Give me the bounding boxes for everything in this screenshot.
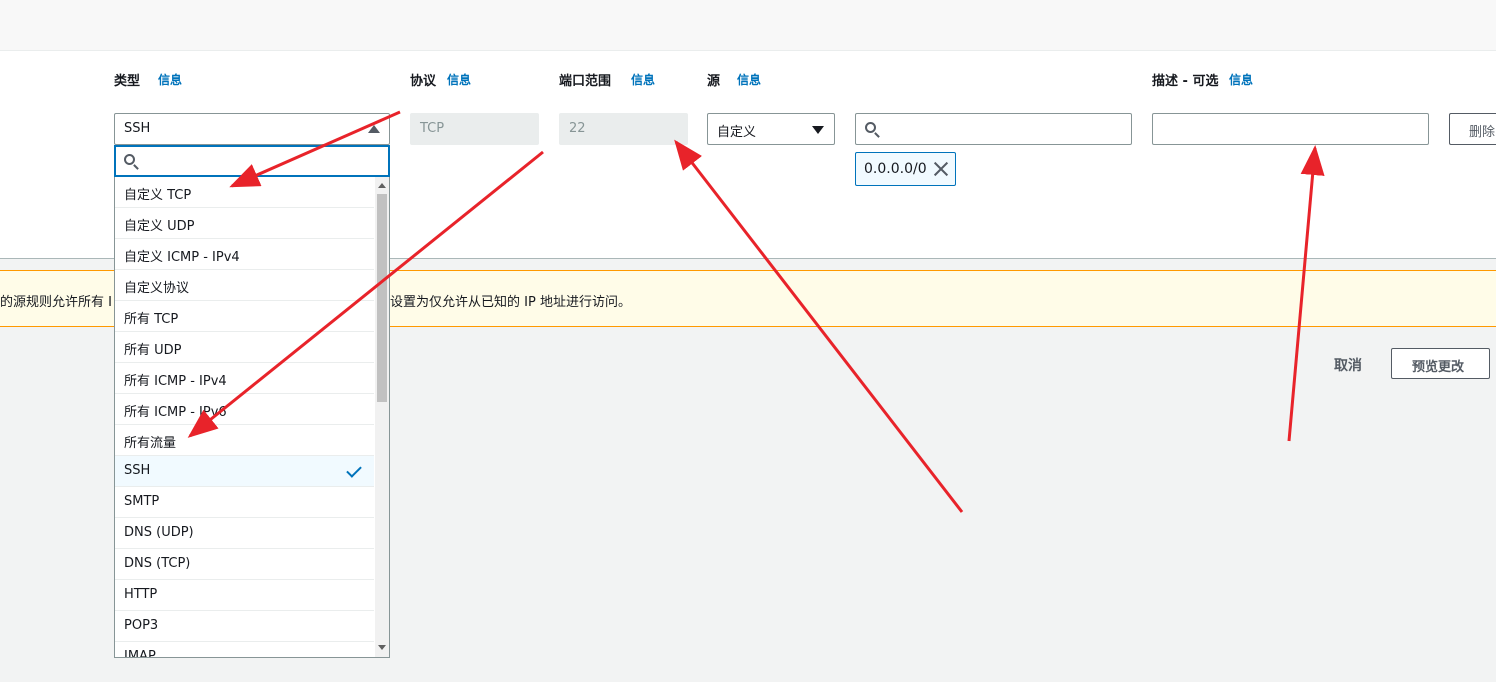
cidr-token-label: 0.0.0.0/0	[864, 161, 927, 177]
protocol-value: TCP	[420, 121, 445, 136]
preview-changes-button[interactable]: 预览更改	[1391, 348, 1490, 379]
cidr-token: 0.0.0.0/0	[855, 152, 956, 186]
top-bar	[0, 0, 1496, 51]
dropdown-option[interactable]: POP3	[115, 611, 374, 642]
cidr-search-input[interactable]	[855, 113, 1132, 145]
dropdown-option[interactable]: DNS (UDP)	[115, 518, 374, 549]
port-range-field: 22	[559, 113, 688, 145]
scroll-down-arrow-icon[interactable]	[378, 645, 386, 650]
port-range-info-link[interactable]: 信息	[631, 71, 655, 88]
warning-text-left: 的源规则允许所有 I	[0, 295, 112, 310]
type-select-value: SSH	[124, 121, 151, 136]
source-select[interactable]: 自定义	[707, 113, 835, 145]
preview-changes-label: 预览更改	[1412, 360, 1465, 375]
dropdown-option[interactable]: 所有流量	[115, 425, 374, 456]
warning-text-right: 设置为仅允许从已知的 IP 地址进行访问。	[390, 295, 631, 310]
dropdown-option[interactable]: SMTP	[115, 487, 374, 518]
delete-button-label: 删除	[1469, 125, 1496, 140]
dropdown-option[interactable]: DNS (TCP)	[115, 549, 374, 580]
source-info-link[interactable]: 信息	[737, 71, 761, 88]
port-range-value: 22	[569, 121, 586, 136]
dropdown-option[interactable]: HTTP	[115, 580, 374, 611]
description-info-link[interactable]: 信息	[1229, 71, 1253, 88]
protocol-info-link[interactable]: 信息	[447, 71, 471, 88]
search-icon	[124, 154, 135, 165]
description-column-label: 描述 - 可选	[1152, 74, 1219, 89]
type-select[interactable]: SSH	[114, 113, 390, 145]
port-range-column-label: 端口范围	[559, 74, 612, 89]
cancel-button[interactable]: 取消	[1334, 355, 1362, 375]
dropdown-option[interactable]: 自定义协议	[115, 270, 374, 301]
type-column-label: 类型	[114, 74, 141, 89]
caret-down-icon	[812, 126, 824, 134]
dropdown-option-selected[interactable]: SSH	[115, 456, 374, 487]
dropdown-option[interactable]: 所有 ICMP - IPv6	[115, 394, 374, 425]
type-search-input[interactable]	[114, 145, 390, 177]
type-info-link[interactable]: 信息	[158, 71, 182, 88]
scroll-up-arrow-icon[interactable]	[378, 183, 386, 188]
check-icon	[346, 462, 362, 478]
protocol-field: TCP	[410, 113, 539, 145]
delete-button[interactable]: 删除	[1449, 113, 1496, 145]
search-icon	[865, 122, 876, 133]
description-input[interactable]	[1152, 113, 1429, 145]
close-icon[interactable]	[933, 161, 949, 177]
dropdown-option[interactable]: 自定义 TCP	[115, 177, 374, 208]
dropdown-scrollbar-thumb[interactable]	[377, 194, 387, 402]
dropdown-option[interactable]: 所有 TCP	[115, 301, 374, 332]
dropdown-option[interactable]: 所有 UDP	[115, 332, 374, 363]
dropdown-option[interactable]: 所有 ICMP - IPv4	[115, 363, 374, 394]
source-select-value: 自定义	[717, 125, 757, 140]
type-dropdown-list: 自定义 TCP 自定义 UDP 自定义 ICMP - IPv4 自定义协议 所有…	[114, 177, 390, 658]
dropdown-option[interactable]: IMAP	[115, 642, 374, 657]
dropdown-option[interactable]: 自定义 ICMP - IPv4	[115, 239, 374, 270]
source-column-label: 源	[707, 74, 721, 89]
dropdown-option[interactable]: 自定义 UDP	[115, 208, 374, 239]
caret-up-icon	[368, 125, 380, 133]
protocol-column-label: 协议	[410, 74, 437, 89]
